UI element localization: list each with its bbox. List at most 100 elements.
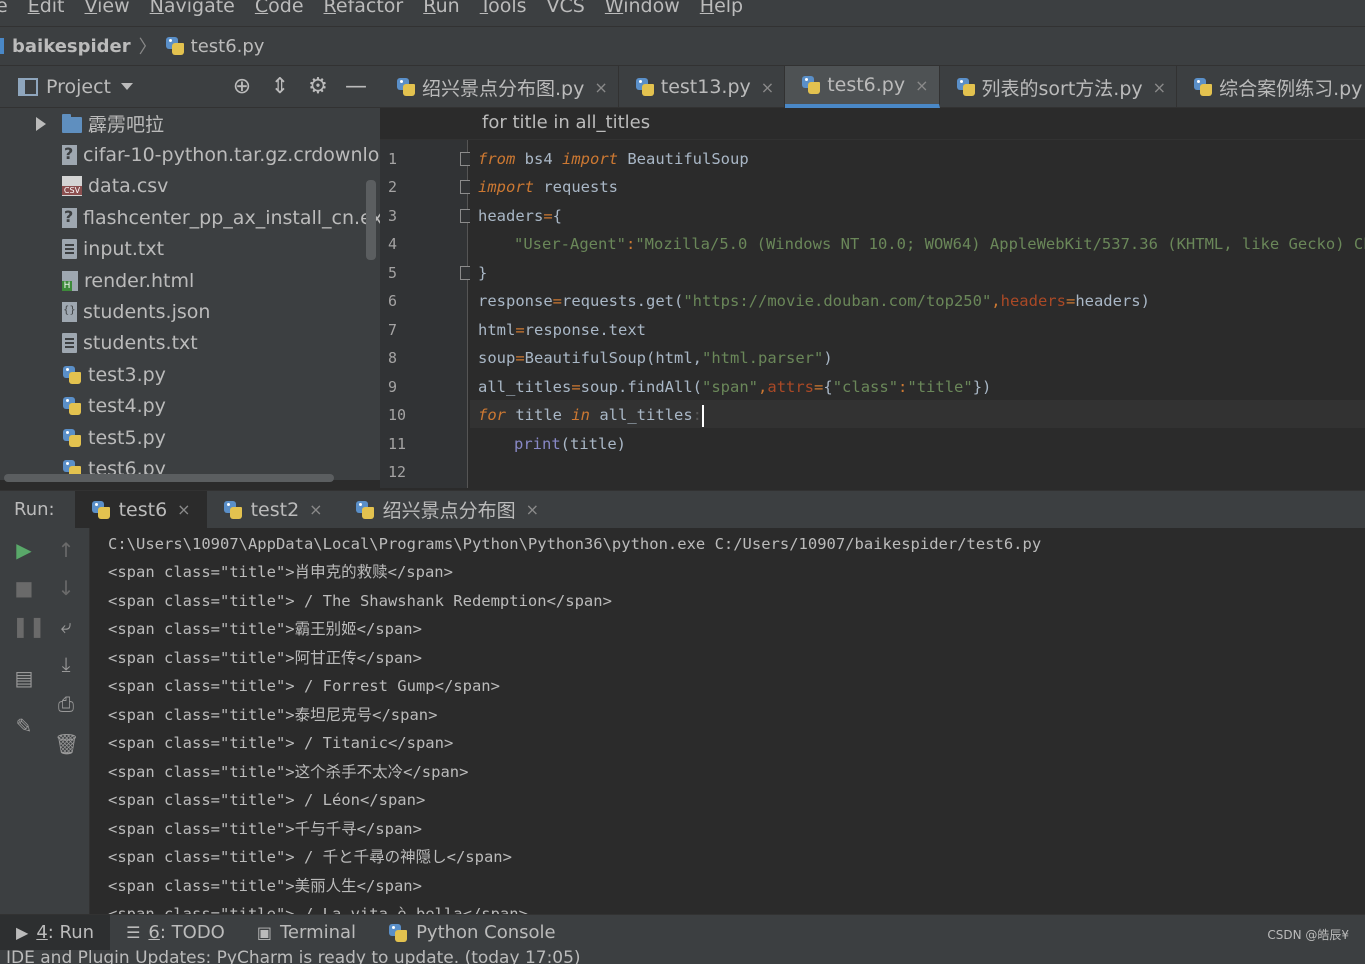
code-line: html=response.text [478, 321, 646, 339]
tree-item[interactable]: cifar-10-python.tar.gz.crdownload [0, 139, 380, 170]
soft-wrap-icon[interactable]: ⤶ [54, 614, 78, 638]
menu-edit[interactable]: Edit [28, 0, 65, 16]
close-icon[interactable]: × [177, 500, 190, 519]
python-file-icon [91, 500, 111, 520]
tree-item[interactable]: 霹雳吧拉 [0, 108, 380, 139]
editor-tab[interactable]: 综合案例练习.py × [1177, 66, 1365, 108]
run-console[interactable]: C:\Users\10907\AppData\Local\Programs\Py… [90, 528, 1365, 914]
line-number: 8 [388, 349, 398, 367]
breadcrumb-text[interactable]: for title in all_titles [482, 112, 650, 133]
text-file-icon [62, 333, 77, 354]
close-icon[interactable]: × [761, 78, 774, 97]
chevron-right-icon[interactable] [36, 116, 46, 131]
line-number: 1 [388, 150, 398, 168]
tree-item[interactable]: test3.py [0, 359, 380, 390]
arrow-up-icon[interactable]: ↑ [54, 538, 78, 562]
minimize-icon[interactable]: — [342, 74, 370, 100]
close-icon[interactable]: × [526, 500, 539, 519]
menu-window[interactable]: Window [605, 0, 680, 16]
editor-gutter: 1 2 3 4 5 6 7 8 9 10 11 12 [380, 140, 474, 488]
tool-window-todo[interactable]: ☰ 6: TODO [110, 915, 241, 951]
menu-vcs[interactable]: VCS [547, 0, 585, 16]
python-file-icon [396, 77, 416, 97]
run-tab[interactable]: 绍兴景点分布图 × [339, 491, 555, 529]
stop-icon[interactable]: ■ [12, 576, 36, 600]
scroll-to-end-icon[interactable]: ⤓ [54, 652, 78, 676]
close-icon[interactable]: × [594, 78, 607, 97]
pause-icon[interactable]: ❚❚ [12, 614, 46, 638]
menu-view[interactable]: View [85, 0, 130, 16]
close-icon[interactable]: × [309, 500, 322, 519]
tree-vertical-scrollbar[interactable] [366, 180, 376, 260]
code-line: all_titles=soup.findAll("span",attrs={"c… [478, 378, 992, 396]
tree-item[interactable]: test4.py [0, 391, 380, 422]
tree-item[interactable]: data.csv [0, 171, 380, 202]
editor-tab[interactable]: test13.py × [619, 66, 786, 108]
print-icon[interactable]: ⎙ [54, 692, 78, 716]
line-number: 7 [388, 321, 398, 339]
menu-refactor[interactable]: Refactor [324, 0, 404, 16]
tool-window-python-console[interactable]: Python Console [372, 915, 572, 951]
unknown-file-icon [62, 144, 77, 166]
line-number: 11 [388, 435, 407, 453]
python-file-icon [62, 428, 82, 448]
tool-window-run[interactable]: ▶ 4: Run [0, 914, 111, 951]
navigation-bar: baikespider 〉 test6.py [0, 26, 1365, 66]
tree-item[interactable]: render.html [0, 265, 380, 296]
python-file-icon [956, 77, 976, 97]
tree-item[interactable]: students.json [0, 296, 380, 327]
crosshair-icon[interactable]: ⊕ [228, 74, 256, 100]
menu-file[interactable]: e [0, 0, 8, 16]
console-line: <span class="title"> / La vita è bella</… [108, 905, 528, 914]
menu-code[interactable]: Code [255, 0, 304, 16]
nav-file[interactable]: test6.py [191, 36, 265, 57]
project-panel-title[interactable]: Project [46, 76, 111, 98]
run-tab[interactable]: test2 × [207, 491, 339, 529]
run-toolbar: ▶ ↑ ■ ↓ ❚❚ ⤶ ⤓ ▤ ⎙ ✎ 🗑 [0, 528, 90, 914]
console-line: <span class="title"> / 千と千尋の神隠し</span> [108, 848, 512, 866]
collapse-icon[interactable]: ⇕ [266, 74, 294, 100]
unknown-file-icon [62, 207, 77, 228]
run-tab[interactable]: test6 × [74, 490, 207, 529]
menu-run[interactable]: Run [423, 0, 459, 16]
python-file-icon [801, 75, 821, 95]
tree-item[interactable]: students.txt [0, 328, 380, 359]
trash-icon[interactable]: 🗑 [54, 732, 79, 756]
python-file-icon [165, 36, 185, 56]
layout-icon[interactable]: ▤ [12, 666, 36, 690]
python-file-icon [355, 500, 375, 520]
project-marker [0, 38, 4, 54]
console-line: <span class="title">肖申克的救赎</span> [108, 563, 453, 581]
code-line: soup=BeautifulSoup(html,"html.parser") [478, 349, 833, 367]
text-file-icon [62, 239, 77, 260]
chevron-down-icon[interactable] [121, 83, 134, 90]
nav-project[interactable]: baikespider [12, 36, 131, 57]
tree-item[interactable]: input.txt [0, 234, 380, 265]
code-line: import requests [478, 178, 618, 196]
tree-horizontal-scrollbar[interactable] [4, 474, 334, 482]
editor-tab[interactable]: 绍兴景点分布图.py × [380, 66, 619, 108]
arrow-down-icon[interactable]: ↓ [54, 576, 78, 600]
close-icon[interactable]: × [915, 76, 928, 95]
tree-item[interactable]: test5.py [0, 422, 380, 453]
console-line: C:\Users\10907\AppData\Local\Programs\Py… [108, 535, 1042, 553]
menu-navigate[interactable]: Navigate [150, 0, 235, 16]
tree-item[interactable]: flashcenter_pp_ax_install_cn.exe [0, 202, 380, 233]
console-line: <span class="title"> / Léon</span> [108, 791, 426, 809]
code-editor[interactable]: from bs4 import BeautifulSoup import req… [470, 140, 1365, 488]
pin-icon[interactable]: ✎ [12, 714, 36, 738]
play-icon[interactable]: ▶ [12, 538, 36, 562]
python-file-icon [1193, 77, 1213, 97]
status-message[interactable]: IDE and Plugin Updates: PyCharm is ready… [6, 950, 581, 964]
close-icon[interactable]: × [1153, 78, 1166, 97]
tool-window-terminal[interactable]: ▣ Terminal [241, 915, 372, 951]
console-line: <span class="title"> / Forrest Gump</spa… [108, 677, 500, 695]
folder-icon [62, 113, 82, 133]
gear-icon[interactable]: ⚙ [304, 74, 332, 100]
python-file-icon [62, 365, 82, 385]
menu-help[interactable]: Help [700, 0, 743, 16]
menu-tools[interactable]: Tools [480, 0, 527, 16]
editor-tab[interactable]: 列表的sort方法.py × [940, 66, 1178, 108]
editor-tab-active[interactable]: test6.py × [785, 66, 940, 108]
menu-bar: e Edit View Navigate Code Refactor Run T… [0, 0, 1365, 26]
